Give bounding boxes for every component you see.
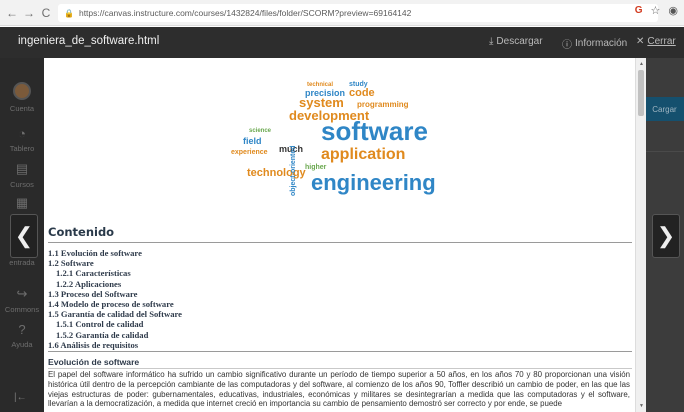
section-heading: Evolución de software: [48, 357, 140, 367]
collapse-nav-icon[interactable]: |←: [14, 392, 27, 403]
preview-header: ingeniera_de_software.html ⤓ Descargar ⓘ…: [0, 27, 684, 58]
commons-icon: ↪: [16, 286, 28, 301]
toc-item[interactable]: 1.5 Garantía de calidad del Software: [48, 309, 628, 319]
document-preview[interactable]: technical study precision code system pr…: [44, 58, 635, 412]
info-label: Información: [575, 38, 628, 49]
download-label: Descargar: [496, 36, 543, 47]
word-object-oriented: object-oriented: [290, 145, 297, 196]
nav-help-label: Ayuda: [11, 340, 33, 349]
upload-button-background: Cargar: [645, 97, 684, 121]
toc-item[interactable]: 1.1 Evolución de software: [48, 248, 628, 258]
profile-icon[interactable]: ◉: [668, 4, 678, 17]
url-text: https://canvas.instructure.com/courses/1…: [78, 8, 412, 18]
close-label: Cerrar: [647, 36, 676, 47]
nav-commons[interactable]: ↪ Commons: [0, 286, 44, 314]
download-button[interactable]: ⤓ Descargar: [489, 36, 543, 47]
info-button[interactable]: ⓘ Información: [562, 36, 627, 51]
divider: [646, 151, 684, 152]
toc-item[interactable]: 1.2 Software: [48, 258, 628, 268]
toc-item[interactable]: 1.5.1 Control de calidad: [48, 319, 628, 329]
toc-item[interactable]: 1.6 Análisis de requisitos: [48, 340, 628, 350]
next-file-button[interactable]: ❯: [652, 214, 680, 258]
word-experience: experience: [231, 149, 268, 156]
nav-calendar[interactable]: ▦: [0, 195, 44, 214]
toc-item[interactable]: 1.3 Proceso del Software: [48, 289, 628, 299]
toc-item[interactable]: 1.2.1 Características: [48, 268, 628, 278]
word-field: field: [243, 136, 262, 146]
toc-item[interactable]: 1.4 Modelo de proceso de software: [48, 299, 628, 309]
reload-icon[interactable]: C: [38, 3, 54, 23]
word-engineering: engineering: [311, 170, 436, 195]
back-icon[interactable]: ←: [4, 3, 20, 23]
star-icon[interactable]: ☆: [651, 4, 661, 17]
courses-icon: ▤: [15, 161, 29, 176]
scroll-down-icon[interactable]: ▼: [637, 403, 646, 409]
nav-courses[interactable]: ▤ Cursos: [0, 161, 44, 189]
calendar-icon: ▦: [15, 195, 29, 210]
word-code: code: [349, 87, 375, 99]
scroll-up-icon[interactable]: ▲: [637, 61, 646, 67]
previous-file-button[interactable]: ❮: [10, 214, 38, 258]
divider: [48, 242, 632, 243]
browser-toolbar: ← → C 🔒 https://canvas.instructure.com/c…: [0, 0, 684, 26]
nav-courses-label: Cursos: [10, 180, 34, 189]
nav-dashboard-label: Tablero: [9, 144, 35, 153]
nav-inbox-label: entrada: [9, 258, 35, 267]
contents-heading: Contenido: [48, 225, 115, 239]
dashboard-icon: ◔: [18, 126, 26, 141]
nav-inbox[interactable]: entrada: [0, 258, 44, 267]
address-bar[interactable]: 🔒 https://canvas.instructure.com/courses…: [58, 4, 658, 22]
document-scrollbar[interactable]: ▲ ▼: [635, 58, 646, 412]
file-title: ingeniera_de_software.html: [18, 35, 160, 47]
download-icon: ⤓: [489, 36, 494, 47]
table-of-contents: 1.1 Evolución de software 1.2 Software 1…: [48, 248, 628, 350]
nav-help[interactable]: ? Ayuda: [0, 322, 44, 349]
toc-item[interactable]: 1.2.2 Aplicaciones: [48, 279, 628, 289]
avatar: [13, 82, 31, 100]
divider: [48, 368, 632, 369]
word-software: software: [321, 116, 428, 146]
nav-commons-label: Commons: [4, 305, 40, 314]
info-icon: ⓘ: [562, 40, 572, 51]
word-application: application: [321, 146, 405, 163]
extension-icon[interactable]: G: [635, 5, 643, 16]
word-science: science: [249, 128, 272, 134]
scroll-thumb[interactable]: [638, 70, 644, 116]
software-engineering-wordcloud: technical study precision code system pr…: [231, 81, 436, 196]
divider: [48, 351, 632, 352]
nav-account[interactable]: Cuenta: [0, 82, 44, 113]
close-button[interactable]: ✕ Cerrar: [636, 36, 676, 47]
toc-item[interactable]: 1.5.2 Garantía de calidad: [48, 330, 628, 340]
forward-icon[interactable]: →: [21, 3, 37, 23]
help-icon: ?: [18, 322, 26, 337]
close-icon: ✕: [636, 36, 645, 47]
nav-dashboard[interactable]: ◔ Tablero: [0, 126, 44, 153]
chevron-right-icon: ❯: [656, 223, 676, 248]
chevron-left-icon: ❮: [14, 223, 34, 248]
nav-account-label: Cuenta: [9, 104, 35, 113]
lock-icon: 🔒: [64, 8, 74, 18]
word-technology: technology: [247, 167, 307, 179]
section-paragraph: El papel del software informático ha suf…: [48, 370, 630, 409]
